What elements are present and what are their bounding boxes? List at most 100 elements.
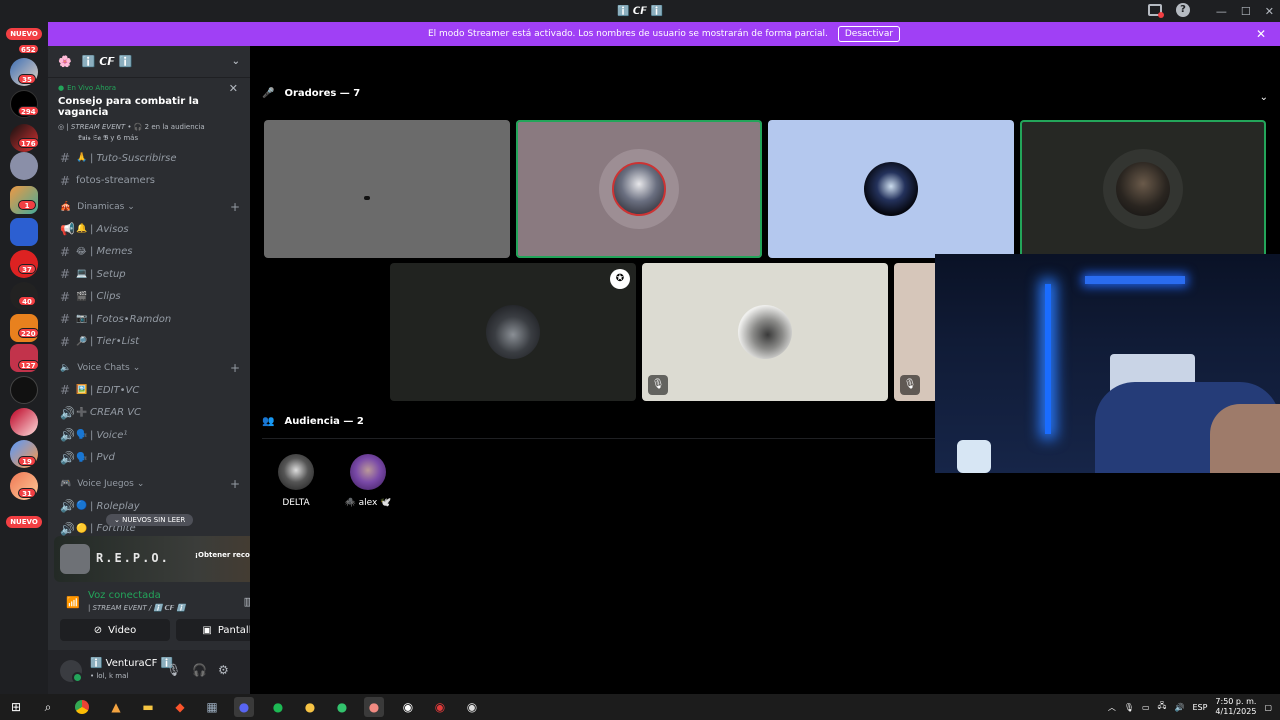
server-list: NUEVO 652 35 294 176 1 37 40 220 127 19 … <box>0 22 48 694</box>
windows-start-icon[interactable]: ⊞ <box>6 697 26 717</box>
inbox-icon[interactable] <box>1148 4 1164 18</box>
server-icon[interactable] <box>10 408 38 436</box>
brave-icon[interactable]: ◆ <box>170 697 190 717</box>
search-icon[interactable]: ⌕ <box>38 697 58 717</box>
chevron-up-icon[interactable]: ︿ <box>1108 702 1116 713</box>
file-explorer-icon[interactable]: ▬ <box>138 697 158 717</box>
speaker-tile[interactable]: 🎙 <box>642 263 888 401</box>
mic-muted-icon: 🎙 <box>648 375 668 395</box>
spotify-icon[interactable]: ● <box>268 697 288 717</box>
notifications-icon[interactable]: ▢ <box>1264 703 1272 712</box>
stage-event: | STREAM EVENT <box>66 123 126 131</box>
close-icon[interactable]: ✕ <box>229 82 238 95</box>
channel-fotos-streamers[interactable]: # fotos-streamers <box>48 170 250 193</box>
taskbar: ⊞ ⌕ ▲ ▬ ◆ ▦ ● ● ● ● ● ◉ ◉ ◉ ︿ 🎙 ▭ 🖧 🔊 ES… <box>0 694 1280 720</box>
video-button[interactable]: ⊘ Video <box>60 619 170 641</box>
headphones-icon[interactable]: 🎧 <box>192 663 207 677</box>
users-icon: 👥 <box>262 416 275 427</box>
chrome-icon[interactable] <box>72 697 92 717</box>
microphone-icon[interactable]: 🎙 <box>1124 703 1134 712</box>
app-icon[interactable]: ▲ <box>106 697 126 717</box>
chrome-canary-icon[interactable]: ● <box>300 697 320 717</box>
channel-tier-list[interactable]: # 🔎 | Tier•List <box>48 331 250 354</box>
close-window-icon[interactable]: ✕ <box>1265 5 1274 18</box>
chevron-down-icon: ⌄ <box>231 56 240 67</box>
stage-users: 𝕷𝖚𝖎𝖘 𝕾𝖆 𝕭 y 6 más <box>78 134 139 142</box>
gamepad-icon: 🎮 <box>60 479 72 489</box>
channel-pvd[interactable]: 🔊 🗣️ | Pvd <box>48 447 250 470</box>
volume-icon[interactable]: 🔊 <box>1174 703 1184 712</box>
live-status: En Vivo Ahora <box>58 84 240 92</box>
speaker-tile[interactable] <box>768 120 1014 258</box>
app-icon[interactable]: ◉ <box>430 697 450 717</box>
channel-fotos-ramdon[interactable]: # 📷 | Fotos•Ramdon <box>48 308 250 331</box>
screen-share-button[interactable]: ▣Pantalla <box>176 619 250 641</box>
promo-logo-text: R.E.P.O. <box>96 551 170 565</box>
audience-member[interactable]: 🕷️ alex 🕊️ <box>338 454 398 508</box>
username[interactable]: ℹ️ VenturaCF ℹ️ <box>90 658 173 669</box>
chevron-down-icon[interactable]: ⌄ <box>1260 92 1268 103</box>
add-channel-icon[interactable]: + <box>230 361 240 375</box>
discord-icon[interactable]: ● <box>234 697 254 717</box>
audience-member[interactable]: DELTA <box>266 454 326 508</box>
promo-card[interactable]: R.E.P.O. ¡Obtener recompensa! <box>54 536 250 582</box>
mention-badge: 127 <box>18 360 39 370</box>
add-channel-icon[interactable]: + <box>230 477 240 491</box>
speaker-tile[interactable]: ✪ <box>390 263 636 401</box>
voice-status[interactable]: Voz conectada <box>88 590 161 601</box>
channel-setup[interactable]: # 💻 | Setup <box>48 263 250 286</box>
channel-sidebar: 🌸 ℹ️ 𝘾𝙁 ℹ️ ⌄ En Vivo Ahora ✕ Consejo par… <box>48 46 250 694</box>
close-banner-icon[interactable]: ✕ <box>1256 27 1266 41</box>
server-header[interactable]: 🌸 ℹ️ 𝘾𝙁 ℹ️ ⌄ <box>48 46 250 78</box>
channel-tuto[interactable]: # 🙏 | Tuto-Suscribirse <box>48 147 250 170</box>
channel-memes[interactable]: # 😂 | Memes <box>48 241 250 264</box>
screen-share-icon: ▣ <box>202 624 212 636</box>
stage-title: Consejo para combatir la vagancia <box>58 96 199 118</box>
user-panel: ℹ️ VenturaCF ℹ️ • lol, k mal 🎙 🎧 ⚙ <box>48 650 250 694</box>
maximize-icon[interactable]: ☐ <box>1241 5 1251 18</box>
speaker-tile[interactable] <box>264 120 510 258</box>
category-voice-juegos[interactable]: 🎮 Voice Juegos ⌄ + <box>48 473 250 495</box>
signal-icon[interactable]: 📶 <box>66 596 80 609</box>
battery-icon[interactable]: ▭ <box>1142 703 1150 712</box>
calculator-icon[interactable]: ▦ <box>202 697 222 717</box>
minimize-icon[interactable]: — <box>1216 5 1227 18</box>
new-unread-pill[interactable]: ⌄ NUEVOS SIN LEER <box>106 514 194 526</box>
microphone-icon[interactable]: 🎙 <box>166 663 181 677</box>
language-indicator[interactable]: ESP <box>1192 703 1207 712</box>
network-icon[interactable]: 🖧 <box>1158 700 1167 714</box>
stream-frame <box>364 196 370 200</box>
gear-icon[interactable]: ⚙ <box>218 663 229 677</box>
clock[interactable]: 7:50 p. m. 4/11/2025 <box>1215 697 1256 717</box>
voice-channel[interactable]: | STREAM EVENT / ℹ️ 𝘾𝙁 ℹ️ <box>88 604 185 612</box>
server-icon[interactable] <box>10 152 38 180</box>
avatar[interactable] <box>60 660 83 683</box>
speaker-tile-speaking[interactable] <box>516 120 762 258</box>
channel-voice[interactable]: 🔊 🗣️ | Voice¹ <box>48 424 250 447</box>
app-icon[interactable]: ● <box>364 697 384 717</box>
channel-clips[interactable]: # 🎬 | Clips <box>48 286 250 309</box>
led-light <box>1045 284 1051 434</box>
channel-crear-vc[interactable]: 🔊 ➕ CREAR VC <box>48 402 250 425</box>
deactivate-button[interactable]: Desactivar <box>837 26 901 42</box>
mention-badge: 37 <box>18 264 36 274</box>
mention-badge: 294 <box>18 106 39 116</box>
steam-icon[interactable]: ◉ <box>398 697 418 717</box>
app-icon[interactable]: ● <box>332 697 352 717</box>
mention-badge: 176 <box>18 138 39 148</box>
help-icon[interactable]: ? <box>1176 3 1190 17</box>
add-channel-icon[interactable]: + <box>230 200 240 214</box>
category-dinamicas[interactable]: 🎪 Dinamicas ⌄ + <box>48 196 250 218</box>
claim-reward-button[interactable]: ¡Obtener recompensa! <box>195 551 250 559</box>
app-icon[interactable]: ◉ <box>462 697 482 717</box>
hash-icon: # <box>60 173 71 188</box>
avatar <box>278 454 314 490</box>
hash-icon: # <box>60 151 71 166</box>
channel-edit-vc[interactable]: # 🖼️ | EDIT•VC <box>48 379 250 402</box>
speaker-tile-speaking[interactable] <box>1020 120 1266 258</box>
server-icon-active[interactable] <box>10 218 38 246</box>
live-stage-card[interactable]: En Vivo Ahora ✕ Consejo para combatir la… <box>48 78 250 147</box>
channel-avisos[interactable]: 📢 🔔 | Avisos <box>48 218 250 241</box>
server-icon[interactable] <box>10 376 38 404</box>
category-voice-chats[interactable]: 🔈 Voice Chats ⌄ + <box>48 357 250 379</box>
